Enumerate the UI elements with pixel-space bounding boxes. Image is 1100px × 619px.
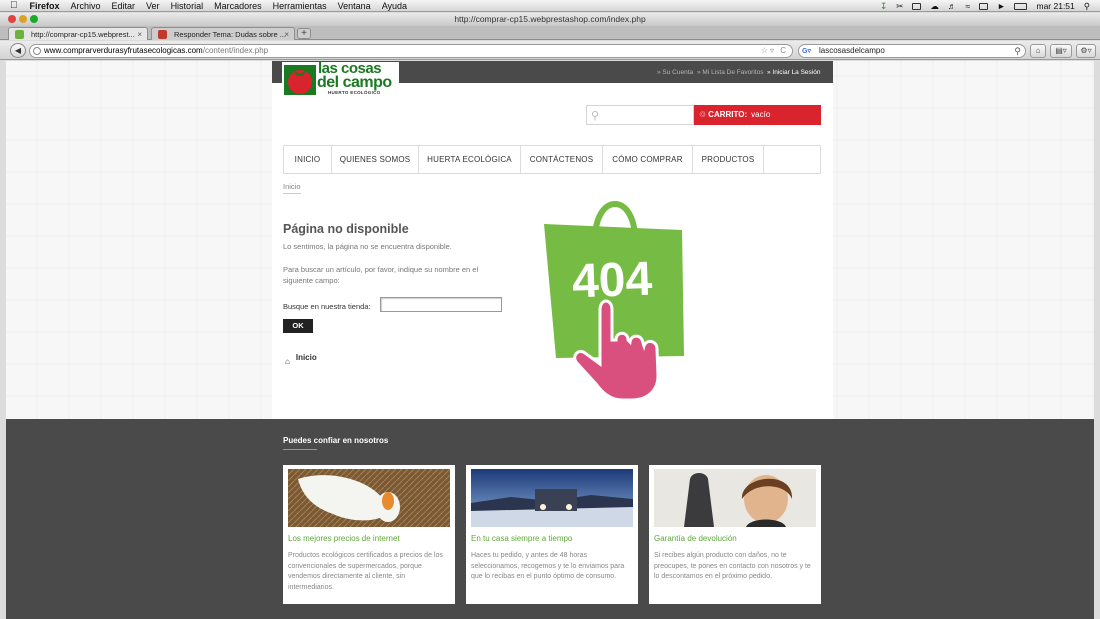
display-icon[interactable] — [979, 2, 989, 10]
bookmark-star-icon[interactable]: ☆▿ C — [761, 45, 788, 57]
feature-card-delivery[interactable]: En tu casa siempre a tiempo Haces tu ped… — [466, 465, 638, 604]
browser-search-value: lascosasdelcampo — [819, 46, 885, 55]
menu-herramientas[interactable]: Herramientas — [273, 1, 327, 11]
cart-block[interactable]: ♲ CARRITO: vacío — [694, 105, 821, 125]
menu-item-empty[interactable] — [764, 146, 820, 173]
footer-title: Puedes confiar en nosotros — [283, 436, 388, 450]
cart-label: CARRITO: — [708, 110, 748, 119]
volume-speaker-icon[interactable]: ► — [997, 1, 1005, 11]
url-bar[interactable]: www.comprarverdurasyfrutasecologicas.com… — [29, 44, 793, 58]
account-link[interactable]: » Su Cuenta — [657, 69, 693, 76]
window-title: http://comprar-cp15.webprestashop.com/in… — [454, 14, 646, 24]
menu-marcadores[interactable]: Marcadores — [214, 1, 262, 11]
card-title[interactable]: En tu casa siempre a tiempo — [471, 534, 572, 543]
shopping-bag-404-illustration: 404 — [544, 201, 684, 402]
window-controls — [8, 15, 38, 23]
home-link[interactable]: ⌂ Inicio — [285, 353, 317, 366]
google-icon[interactable]: G▿ — [802, 47, 814, 56]
page-title: Página no disponible — [283, 222, 409, 236]
home-button[interactable]: ⌂ — [1030, 44, 1046, 58]
tab-inactive[interactable]: Responder Tema: Dudas sobre ... × — [151, 27, 295, 40]
tab-active-label: http://comprar-cp15.webprest... — [31, 30, 135, 39]
url-domain: www.comprarverdurasyfrutasecologicas.com — [44, 46, 203, 55]
menu-app-name[interactable]: Firefox — [30, 1, 60, 11]
window-icon[interactable] — [912, 2, 922, 10]
site-search-input[interactable]: ⚲ — [586, 105, 694, 125]
woman-photo — [654, 469, 816, 527]
breadcrumb[interactable]: Inicio — [283, 182, 301, 194]
url-path: /content/index.php — [202, 46, 269, 55]
favorites-link[interactable]: » Mi Lista De Favoritos — [697, 69, 763, 76]
menu-item-huerta-ecologica[interactable]: HUERTA ECOLÓGICA — [419, 146, 521, 173]
tab-active[interactable]: http://comprar-cp15.webprest... × — [8, 27, 148, 40]
download-icon[interactable]: ↧ — [880, 1, 887, 12]
menu-archivo[interactable]: Archivo — [71, 1, 101, 11]
close-window-button[interactable] — [8, 15, 16, 23]
addons-button[interactable]: ⚙▿ — [1076, 44, 1096, 58]
menu-item-contactenos[interactable]: CONTÁCTENOS — [521, 146, 603, 173]
feature-card-guarantee[interactable]: Garantía de devolución Si recibes algún … — [649, 465, 821, 604]
wifi-icon[interactable]: ≈ — [965, 1, 970, 11]
card-title[interactable]: Garantía de devolución — [654, 534, 737, 543]
scissors-icon[interactable]: ✂ — [896, 1, 903, 12]
cloud-icon[interactable]: ☁ — [930, 1, 939, 12]
apple-icon[interactable]:  — [10, 0, 18, 11]
menu-item-como-comprar[interactable]: CÓMO COMPRAR — [603, 146, 693, 173]
battery-icon[interactable] — [1014, 2, 1028, 10]
volume-icon[interactable]: ♬ — [948, 1, 957, 11]
error-message: Lo sentimos, la página no se encuentra d… — [283, 242, 452, 251]
menubar-clock[interactable]: mar 21:51 — [1036, 1, 1074, 11]
tomato-logo-icon — [284, 65, 316, 95]
menu-ayuda[interactable]: Ayuda — [382, 1, 407, 11]
tab-bar: http://comprar-cp15.webprest... × Respon… — [0, 26, 1100, 40]
mac-menubar:  Firefox Archivo Editar Ver Historial M… — [0, 0, 1100, 12]
navigation-toolbar: ◀ www.comprarverdurasyfrutasecologicas.c… — [0, 41, 1100, 60]
globe-icon — [33, 47, 41, 55]
search-hint: Para buscar un artículo, por favor, indi… — [283, 265, 479, 285]
store-search-label: Busque en nuestra tienda: — [283, 302, 371, 311]
menu-item-productos[interactable]: PRODUCTOS — [693, 146, 764, 173]
menu-editar[interactable]: Editar — [112, 1, 136, 11]
back-button[interactable]: ◀ — [10, 43, 26, 58]
goose-photo — [288, 469, 450, 527]
close-tab-icon[interactable]: × — [284, 28, 289, 40]
home-icon: ⌂ — [285, 357, 290, 366]
cart-value: vacío — [751, 110, 771, 119]
prestashop-favicon-icon — [15, 30, 24, 39]
menu-item-quienes-somos[interactable]: QUIENES SOMOS — [332, 146, 419, 173]
window-titlebar: http://comprar-cp15.webprestashop.com/in… — [0, 13, 1100, 26]
home-link-label: Inicio — [295, 353, 317, 362]
site-logo[interactable]: las cosas del campo HUERTO ECOLÓGICO — [282, 61, 399, 97]
error-code-404: 404 — [571, 253, 653, 309]
menu-historial[interactable]: Historial — [171, 1, 204, 11]
cart-basket-icon: ♲ — [699, 110, 707, 119]
logo-line2: del campo — [317, 74, 392, 91]
card-text: Productos ecológicos certificados a prec… — [288, 552, 443, 591]
menu-item-inicio[interactable]: INICIO — [284, 146, 332, 173]
menu-ver[interactable]: Ver — [146, 1, 160, 11]
forum-favicon-icon — [158, 30, 167, 39]
tab-inactive-label: Responder Tema: Dudas sobre ... — [174, 30, 287, 39]
login-link[interactable]: » Iniciar La Sesión — [767, 69, 820, 76]
feature-card-prices[interactable]: Los mejores precios de internet Producto… — [283, 465, 455, 604]
spotlight-search-icon[interactable]: ⚲ — [1084, 1, 1090, 12]
logo-tagline: HUERTO ECOLÓGICO — [328, 90, 381, 95]
search-icon[interactable]: ⚲ — [591, 109, 599, 122]
zoom-window-button[interactable] — [30, 15, 38, 23]
card-title[interactable]: Los mejores precios de internet — [288, 534, 400, 543]
page-viewport: las cosas del campo HUERTO ECOLÓGICO » S… — [6, 61, 1094, 619]
main-menu: INICIO QUIENES SOMOS HUERTA ECOLÓGICA CO… — [283, 145, 821, 174]
store-search-input[interactable] — [380, 297, 502, 312]
search-icon[interactable]: ⚲ — [1014, 45, 1021, 57]
card-text: Haces tu pedido, y antes de 48 horas sel… — [471, 552, 625, 580]
ok-button[interactable]: OK — [283, 319, 313, 333]
close-tab-icon[interactable]: × — [137, 28, 142, 40]
truck-photo — [471, 469, 633, 527]
bookmarks-menu-button[interactable]: ▤▿ — [1050, 44, 1072, 58]
browser-search-field[interactable]: G▿ lascosasdelcampo ⚲ — [798, 44, 1026, 58]
card-text: Si recibes algún producto con daños, no … — [654, 552, 811, 580]
minimize-window-button[interactable] — [19, 15, 27, 23]
new-tab-button[interactable]: + — [297, 28, 311, 39]
menu-ventana[interactable]: Ventana — [338, 1, 371, 11]
